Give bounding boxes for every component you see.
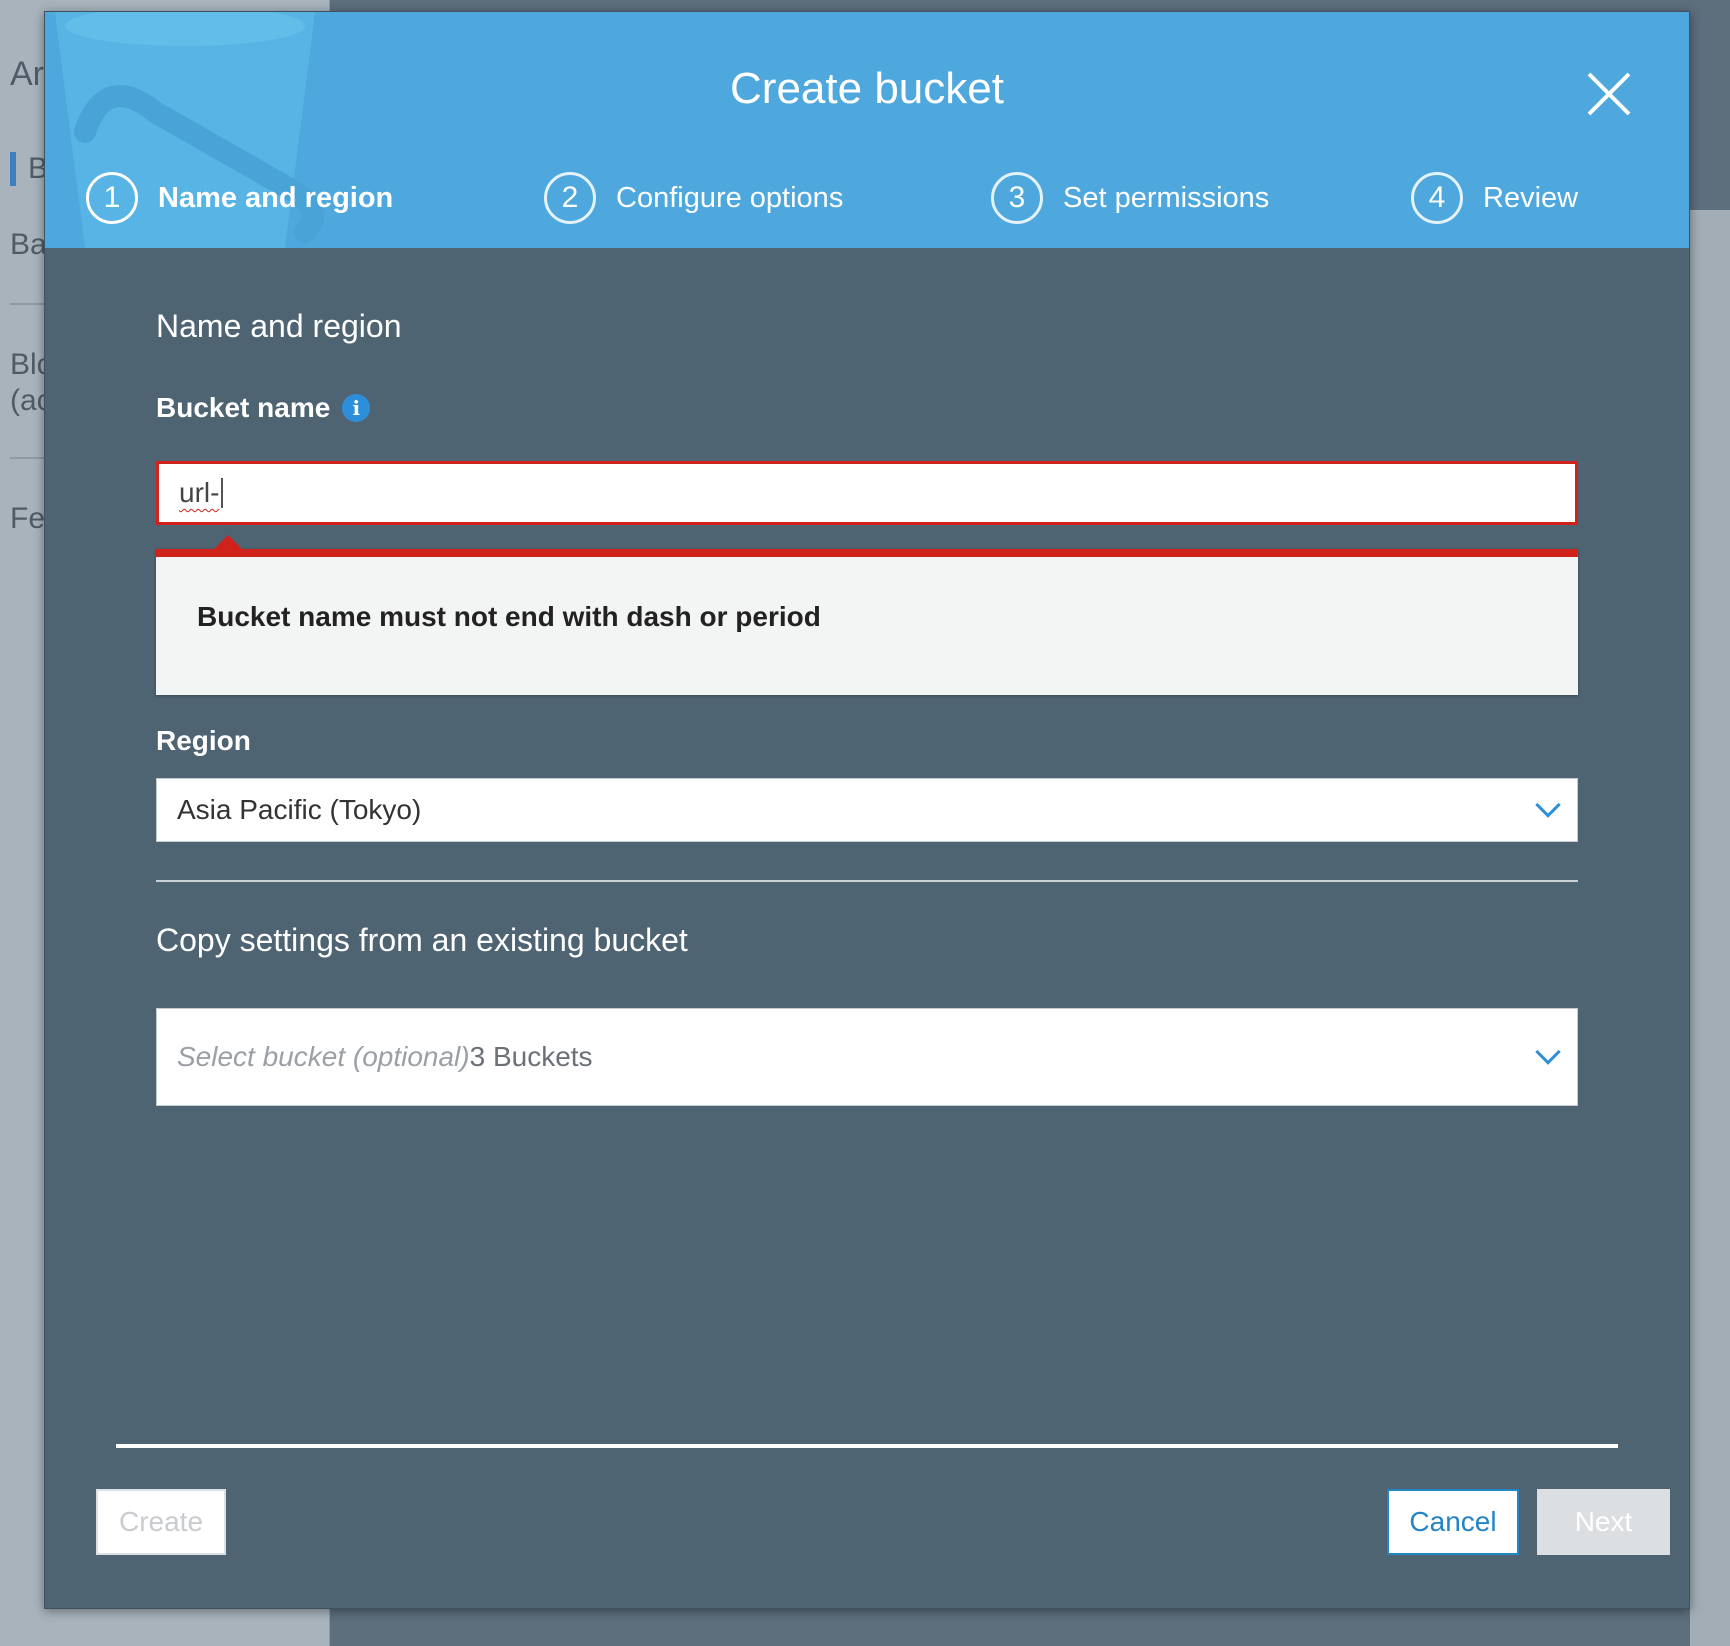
cancel-button[interactable]: Cancel [1387, 1489, 1519, 1555]
step-review[interactable]: 4 Review [1411, 170, 1578, 226]
modal-header: Create bucket 1 Name and region 2 Config… [45, 12, 1689, 248]
step-configure-options[interactable]: 2 Configure options [544, 170, 843, 226]
step-label: Configure options [616, 181, 844, 214]
step-set-permissions[interactable]: 3 Set permissions [991, 170, 1269, 226]
background-scroll-strip [1690, 210, 1730, 1646]
select-bucket-placeholder: Select bucket (optional) [177, 1041, 470, 1072]
error-message: Bucket name must not end with dash or pe… [197, 601, 821, 632]
region-label: Region [156, 725, 251, 756]
step-number-icon: 2 [544, 172, 596, 224]
region-selected-value: Asia Pacific (Tokyo) [177, 794, 422, 825]
footer-divider [116, 1444, 1618, 1448]
region-select[interactable]: Asia Pacific (Tokyo) [156, 778, 1578, 842]
create-bucket-modal: Create bucket 1 Name and region 2 Config… [44, 11, 1690, 1609]
section-divider [156, 880, 1578, 882]
section-title: Name and region [156, 308, 402, 344]
step-label: Review [1483, 181, 1579, 214]
next-button[interactable]: Next [1537, 1489, 1670, 1555]
step-label: Set permissions [1063, 181, 1270, 214]
text-caret [221, 478, 224, 508]
background-title-fragment: Ar [10, 55, 44, 93]
chevron-down-icon [1535, 792, 1561, 818]
wizard-steps: 1 Name and region 2 Configure options 3 … [45, 170, 1689, 226]
bucket-count: 3 Buckets [469, 1041, 593, 1072]
copy-settings-title: Copy settings from an existing bucket [156, 922, 688, 958]
modal-title: Create bucket [730, 64, 1004, 113]
copy-settings-select[interactable]: Select bucket (optional) 3 Buckets [156, 1008, 1578, 1106]
close-icon[interactable] [1585, 70, 1633, 118]
info-icon[interactable]: i [342, 394, 371, 422]
background-active-indicator [10, 152, 16, 186]
bucket-name-label-text: Bucket name [156, 392, 331, 423]
create-button[interactable]: Create [96, 1489, 226, 1555]
step-number-icon: 4 [1411, 172, 1463, 224]
step-number-icon: 1 [86, 172, 138, 224]
error-pointer [214, 535, 242, 549]
bucket-name-label: Bucket name i [156, 392, 371, 424]
background-text-fragment: Ba [10, 228, 47, 261]
bucket-name-value: url- [179, 477, 220, 508]
step-name-and-region[interactable]: 1 Name and region [86, 170, 393, 226]
step-label: Name and region [158, 181, 394, 214]
chevron-down-icon [1535, 1039, 1561, 1065]
step-number-icon: 3 [991, 172, 1043, 224]
bucket-name-input[interactable]: url- [156, 461, 1578, 525]
bucket-name-error-popover: Bucket name must not end with dash or pe… [156, 535, 1578, 695]
background-text-fragment: Fe [10, 502, 46, 535]
